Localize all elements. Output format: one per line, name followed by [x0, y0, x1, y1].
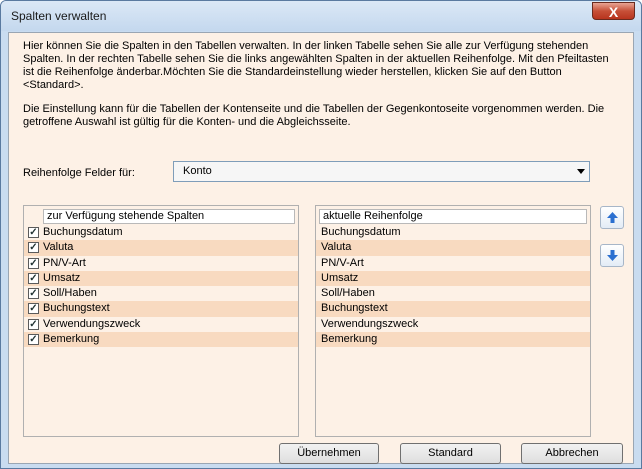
current-order-row[interactable]: Verwendungszweck: [316, 317, 590, 332]
current-order-row[interactable]: Soll/Haben: [316, 286, 590, 301]
current-order-row[interactable]: Valuta: [316, 240, 590, 256]
available-column-row[interactable]: ✓ PN/V-Art: [24, 256, 298, 271]
current-order-row[interactable]: Bemerkung: [316, 332, 590, 348]
available-columns-list[interactable]: zur Verfügung stehende Spalten ✓ Buchungs…: [23, 205, 299, 437]
column-checkbox[interactable]: ✓: [28, 318, 39, 330]
cancel-button[interactable]: Abbrechen: [521, 443, 623, 464]
standard-button[interactable]: Standard: [400, 443, 501, 464]
dialog-window: Spalten verwalten X Hier können Sie die …: [0, 0, 642, 469]
arrow-down-icon: [607, 250, 618, 261]
current-order-row[interactable]: Umsatz: [316, 270, 590, 287]
available-column-label: PN/V-Art: [43, 256, 86, 269]
description-paragraph-2: Die Einstellung kann für die Tabellen de…: [23, 103, 605, 128]
dialog-content: Hier können Sie die Spalten in den Tabel…: [8, 32, 634, 464]
column-checkbox[interactable]: ✓: [28, 242, 39, 254]
order-for-value: Konto: [183, 165, 212, 177]
description: Hier können Sie die Spalten in den Tabel…: [23, 40, 621, 129]
window-title: Spalten verwalten: [11, 9, 107, 23]
available-column-label: Buchungsdatum: [43, 226, 123, 238]
column-checkbox[interactable]: ✓: [28, 257, 39, 269]
available-column-row[interactable]: ✓ Valuta: [24, 240, 298, 256]
available-column-label: Soll/Haben: [43, 287, 97, 300]
available-column-row[interactable]: ✓ Buchungstext: [24, 301, 298, 317]
order-for-select[interactable]: Konto: [173, 161, 590, 182]
available-column-row[interactable]: ✓ Bemerkung: [24, 332, 298, 348]
apply-button[interactable]: Übernehmen: [279, 443, 379, 464]
available-column-label: Umsatz: [43, 271, 81, 284]
column-checkbox[interactable]: ✓: [28, 334, 39, 346]
close-icon: X: [608, 4, 619, 20]
current-order-header: aktuelle Reihenfolge: [319, 209, 587, 224]
available-column-row[interactable]: ✓ Umsatz: [24, 270, 298, 287]
available-column-label: Valuta: [43, 241, 74, 254]
column-checkbox[interactable]: ✓: [28, 272, 39, 284]
available-column-row[interactable]: ✓ Verwendungszweck: [24, 317, 298, 332]
current-order-row[interactable]: Buchungstext: [316, 301, 590, 317]
column-checkbox[interactable]: ✓: [28, 288, 39, 300]
description-paragraph-1: Hier können Sie die Spalten in den Tabel…: [23, 40, 609, 91]
available-columns-header: zur Verfügung stehende Spalten: [43, 209, 295, 224]
arrow-up-icon: [607, 212, 618, 223]
available-column-row[interactable]: ✓ Soll/Haben: [24, 286, 298, 301]
available-column-label: Verwendungszweck: [43, 317, 141, 330]
available-column-row[interactable]: ✓ Buchungsdatum: [24, 225, 298, 240]
column-checkbox[interactable]: ✓: [28, 227, 39, 238]
close-button[interactable]: X: [592, 2, 635, 20]
current-order-row[interactable]: PN/V-Art: [316, 256, 590, 271]
available-column-label: Bemerkung: [43, 333, 100, 346]
current-order-rows: Buchungsdatum Valuta PN/V-Art Umsatz Soll/Ha…: [316, 225, 590, 348]
current-order-row[interactable]: Buchungsdatum: [316, 225, 590, 240]
current-order-list[interactable]: aktuelle Reihenfolge Buchungsdatum Valuta…: [315, 205, 591, 437]
available-column-label: Buchungstext: [43, 302, 110, 315]
column-checkbox[interactable]: ✓: [28, 303, 39, 315]
order-for-label: Reihenfolge Felder für:: [23, 167, 135, 179]
move-up-button[interactable]: [600, 206, 624, 229]
title-bar: Spalten verwalten X: [1, 1, 641, 31]
available-columns-rows: ✓ Buchungsdatum ✓ Valuta ✓ PN/V-Art ✓ Umsatz ✓ So…: [24, 225, 298, 348]
move-down-button[interactable]: [600, 244, 624, 267]
chevron-down-icon: [577, 169, 585, 174]
